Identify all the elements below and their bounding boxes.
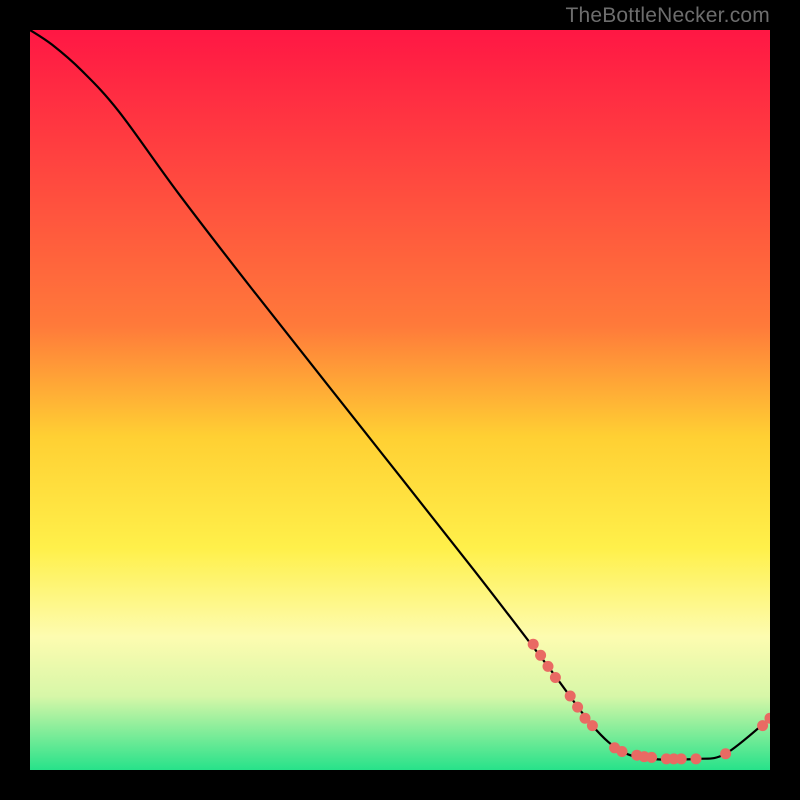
data-marker — [646, 752, 657, 763]
data-marker — [535, 650, 546, 661]
data-marker — [720, 748, 731, 759]
data-marker — [691, 753, 702, 764]
data-marker — [543, 661, 554, 672]
data-marker — [572, 702, 583, 713]
chart-plot-area — [30, 30, 770, 770]
data-marker — [617, 746, 628, 757]
data-marker — [587, 720, 598, 731]
chart-svg — [30, 30, 770, 770]
chart-frame: TheBottleNecker.com — [0, 0, 800, 800]
data-marker — [550, 672, 561, 683]
data-marker — [528, 639, 539, 650]
watermark-label: TheBottleNecker.com — [565, 4, 770, 28]
data-marker — [565, 691, 576, 702]
data-marker — [676, 753, 687, 764]
